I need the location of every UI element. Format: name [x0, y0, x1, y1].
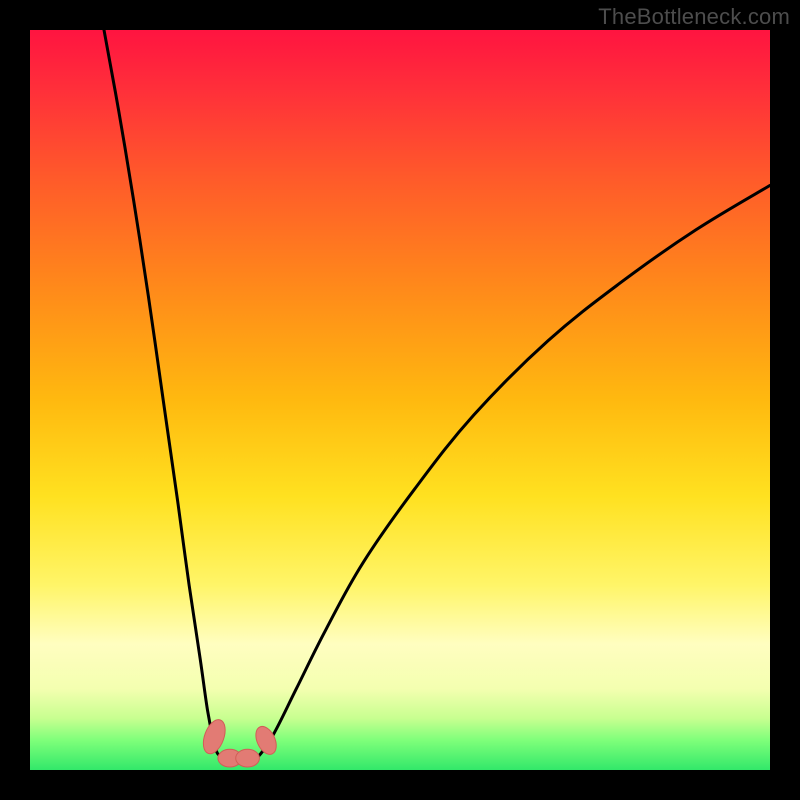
chart-frame: TheBottleneck.com [0, 0, 800, 800]
curve-layer [30, 30, 770, 770]
bottleneck-curve [104, 30, 770, 759]
valley-marker [236, 749, 260, 767]
plot-area [30, 30, 770, 770]
watermark-text: TheBottleneck.com [598, 4, 790, 30]
valley-markers [199, 717, 280, 767]
